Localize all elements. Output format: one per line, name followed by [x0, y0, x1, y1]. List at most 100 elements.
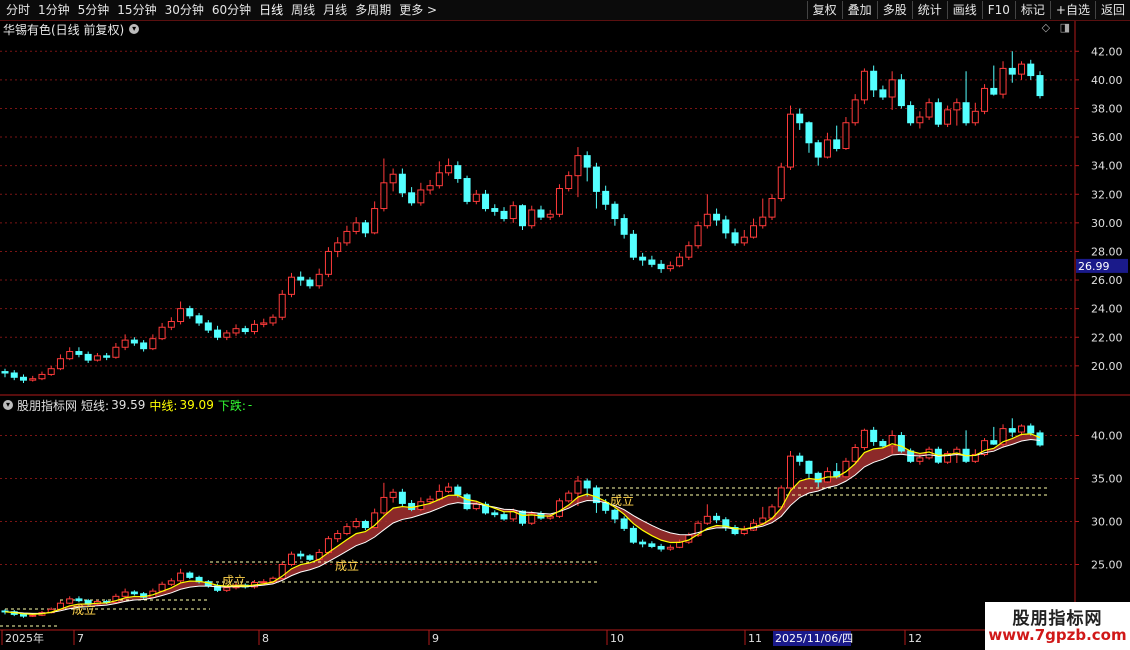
panel-toggle-icon[interactable]: ◨ — [1060, 21, 1070, 34]
price-candle-body — [1027, 63, 1035, 77]
price-candle-body — [361, 222, 369, 234]
price-tick-label: 20.00 — [1091, 360, 1123, 373]
price-candle-body — [93, 355, 101, 361]
price-candle-body — [1036, 75, 1044, 97]
price-candle-body — [251, 323, 259, 333]
price-candle-body — [805, 122, 813, 144]
price-candle-body — [602, 190, 610, 205]
price-candle-body — [629, 233, 637, 258]
price-candle-body — [657, 263, 665, 270]
date-label: 7 — [77, 632, 84, 645]
date-label: 9 — [432, 632, 439, 645]
indicator-candle-body — [223, 587, 231, 591]
date-label: 8 — [262, 632, 269, 645]
price-candle-body — [999, 67, 1007, 95]
indicator-candle-body — [130, 591, 138, 595]
indicator-candle-body — [916, 457, 924, 462]
price-candle-body — [925, 102, 933, 118]
price-candle-body — [870, 70, 878, 91]
price-candle-body — [694, 225, 702, 247]
price-tick-label: 32.00 — [1091, 188, 1123, 201]
price-candle-body — [454, 165, 462, 180]
date-label: 12 — [908, 632, 922, 645]
price-candle-body — [223, 332, 231, 338]
price-candle-body — [389, 173, 397, 184]
price-candle-body — [740, 236, 748, 244]
price-tick-label: 36.00 — [1091, 131, 1123, 144]
down-label: 下跌: — [217, 398, 246, 413]
indicator-candle-body — [870, 429, 878, 443]
price-candle-body — [500, 210, 508, 220]
indicator-candle-body — [639, 541, 647, 545]
price-candle-body — [879, 89, 887, 98]
signal-annotation: 成立 — [222, 573, 246, 588]
price-candle-body — [639, 256, 647, 261]
price-candle-body — [445, 165, 453, 174]
price-candle-body — [759, 216, 767, 227]
indicator-candle-body — [740, 529, 748, 535]
price-candle-body — [519, 205, 526, 227]
price-candle-body — [1, 371, 9, 374]
indicator-tick-label: 35.00 — [1091, 473, 1123, 486]
indicator-candle-body — [851, 447, 859, 462]
price-candle-body — [962, 102, 970, 124]
indicator-candle-body — [703, 515, 711, 524]
price-candle-body — [186, 308, 194, 317]
price-candle-body — [713, 213, 721, 221]
price-candle-body — [888, 79, 896, 98]
price-candle-body — [56, 358, 64, 370]
down-value: - — [247, 398, 253, 412]
price-candle-body — [583, 155, 591, 168]
price-candle-body — [435, 172, 443, 187]
indicator-candle-body — [786, 455, 794, 489]
diamond-icon[interactable]: ◇ — [1042, 21, 1050, 34]
kline-chart[interactable]: 42.00 40.00 38.00 36.00 34.00 32.00 30.00 28.00… — [0, 0, 1130, 650]
stock-title: 华锡有色(日线 前复权) — [3, 22, 125, 37]
indicator-candle-body — [583, 480, 591, 489]
indicator-candle-body — [398, 491, 406, 504]
indicator-candle-body — [75, 598, 83, 602]
price-candle-body — [981, 87, 989, 112]
price-candle-body — [731, 232, 739, 244]
price-candle-body — [546, 213, 554, 218]
price-candle-body — [103, 355, 111, 358]
price-candle-body — [19, 376, 27, 381]
indicator-candle-body — [620, 518, 628, 529]
watermark-url: www.7gpzb.com — [988, 626, 1127, 644]
indicator-candle-body — [408, 502, 416, 510]
site-watermark: 股朋指标网 www.7gpzb.com — [985, 602, 1130, 650]
indicator-candle-body — [565, 492, 573, 502]
current-price-label: 26.99 — [1078, 260, 1110, 273]
indicator-candle-body — [121, 591, 129, 597]
price-candle-body — [130, 339, 138, 344]
indicator-candle-body — [352, 521, 360, 528]
price-candle-body — [971, 110, 979, 124]
indicator-candle-body — [167, 580, 175, 585]
price-candle-body — [833, 139, 841, 149]
indicator-candle-body — [555, 500, 563, 517]
price-candle-body — [611, 203, 619, 220]
indicator-tick-label: 25.00 — [1091, 559, 1123, 572]
price-candle-body — [574, 155, 582, 177]
signal-annotation: 成立 — [610, 493, 634, 508]
price-candle-body — [112, 346, 120, 358]
indicator-candle-body — [629, 527, 637, 543]
indicator-candle-body — [879, 441, 887, 447]
price-candle-body — [685, 245, 693, 258]
indicator-candle-body — [925, 448, 933, 459]
indicator-candle-body — [666, 546, 674, 550]
price-candle-body — [195, 315, 203, 324]
short-line-label: 短线: — [81, 398, 110, 413]
indicator-candle-body — [177, 572, 185, 582]
chevron-down-icon[interactable]: ▾ — [3, 400, 13, 410]
chevron-down-icon[interactable]: ▾ — [129, 24, 140, 34]
indicator-candle-body — [657, 545, 665, 550]
short-line-value: 39.59 — [111, 398, 146, 412]
price-tick-label: 42.00 — [1091, 45, 1123, 58]
price-candle-body — [786, 113, 794, 168]
indicator-candle-body — [463, 494, 471, 510]
panel-icons: ◇ ◨ — [1036, 21, 1070, 34]
price-candle-body — [66, 351, 74, 360]
indicator-candle-body — [1008, 428, 1016, 433]
indicator-candle-body — [426, 498, 434, 503]
